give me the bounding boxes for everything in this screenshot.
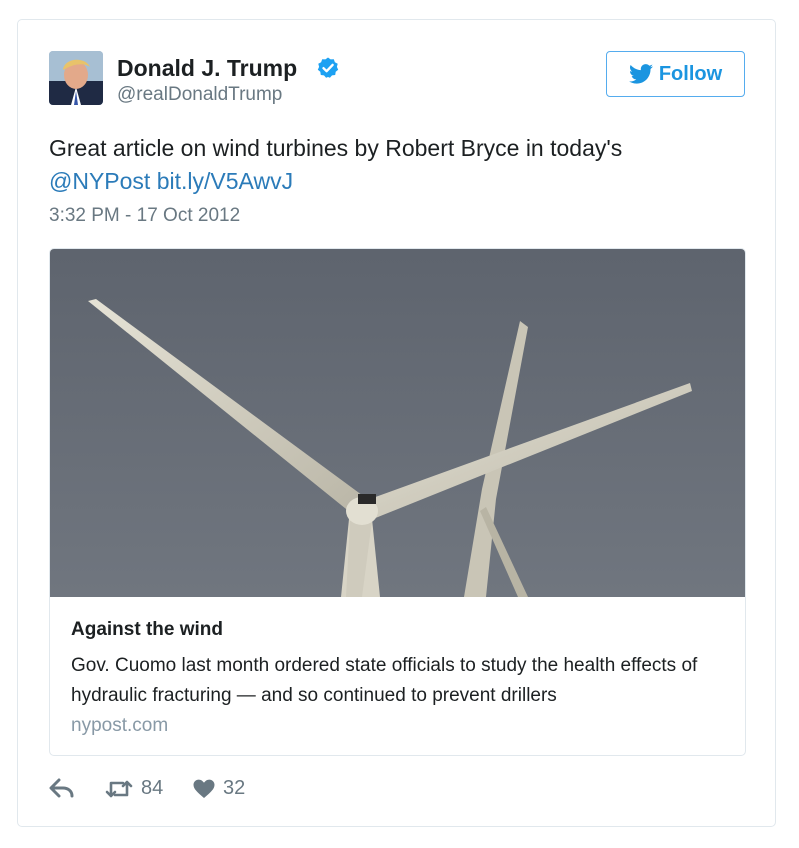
author-name[interactable]: Donald J. Trump — [117, 55, 297, 82]
tweet-text: Great article on wind turbines by Robert… — [49, 132, 729, 198]
reply-icon — [49, 778, 74, 798]
tweet-text-main: Great article on wind turbines by Robert… — [49, 135, 623, 161]
like-button[interactable]: 32 — [193, 777, 245, 800]
timestamp[interactable]: 3:32 PM - 17 Oct 2012 — [49, 205, 240, 227]
like-count: 32 — [223, 777, 246, 799]
wind-turbine-image — [50, 249, 745, 597]
card-title: Against the wind — [71, 619, 223, 640]
reply-button[interactable] — [49, 777, 75, 799]
tweet-card: Donald J. Trump @realDonaldTrump Follow … — [17, 19, 776, 827]
follow-label: Follow — [658, 62, 723, 85]
twitter-bird-icon — [628, 64, 653, 84]
retweet-button[interactable]: 84 — [105, 777, 163, 800]
tweet-actions: 84 32 — [49, 777, 449, 807]
retweet-icon — [105, 780, 133, 797]
mention-link[interactable]: @NYPost — [49, 168, 150, 194]
heart-icon — [193, 779, 215, 798]
card-description: Gov. Cuomo last month ordered state offi… — [71, 655, 698, 706]
author-handle[interactable]: @realDonaldTrump — [117, 84, 282, 106]
short-link[interactable]: bit.ly/V5AwvJ — [157, 168, 293, 194]
verified-badge-icon — [317, 57, 339, 78]
retweet-count: 84 — [141, 777, 164, 799]
avatar[interactable] — [49, 51, 103, 105]
follow-button[interactable]: Follow — [606, 51, 745, 97]
link-preview-card[interactable]: Against the wind Gov. Cuomo last month o… — [49, 248, 746, 756]
card-domain: nypost.com — [71, 715, 169, 736]
